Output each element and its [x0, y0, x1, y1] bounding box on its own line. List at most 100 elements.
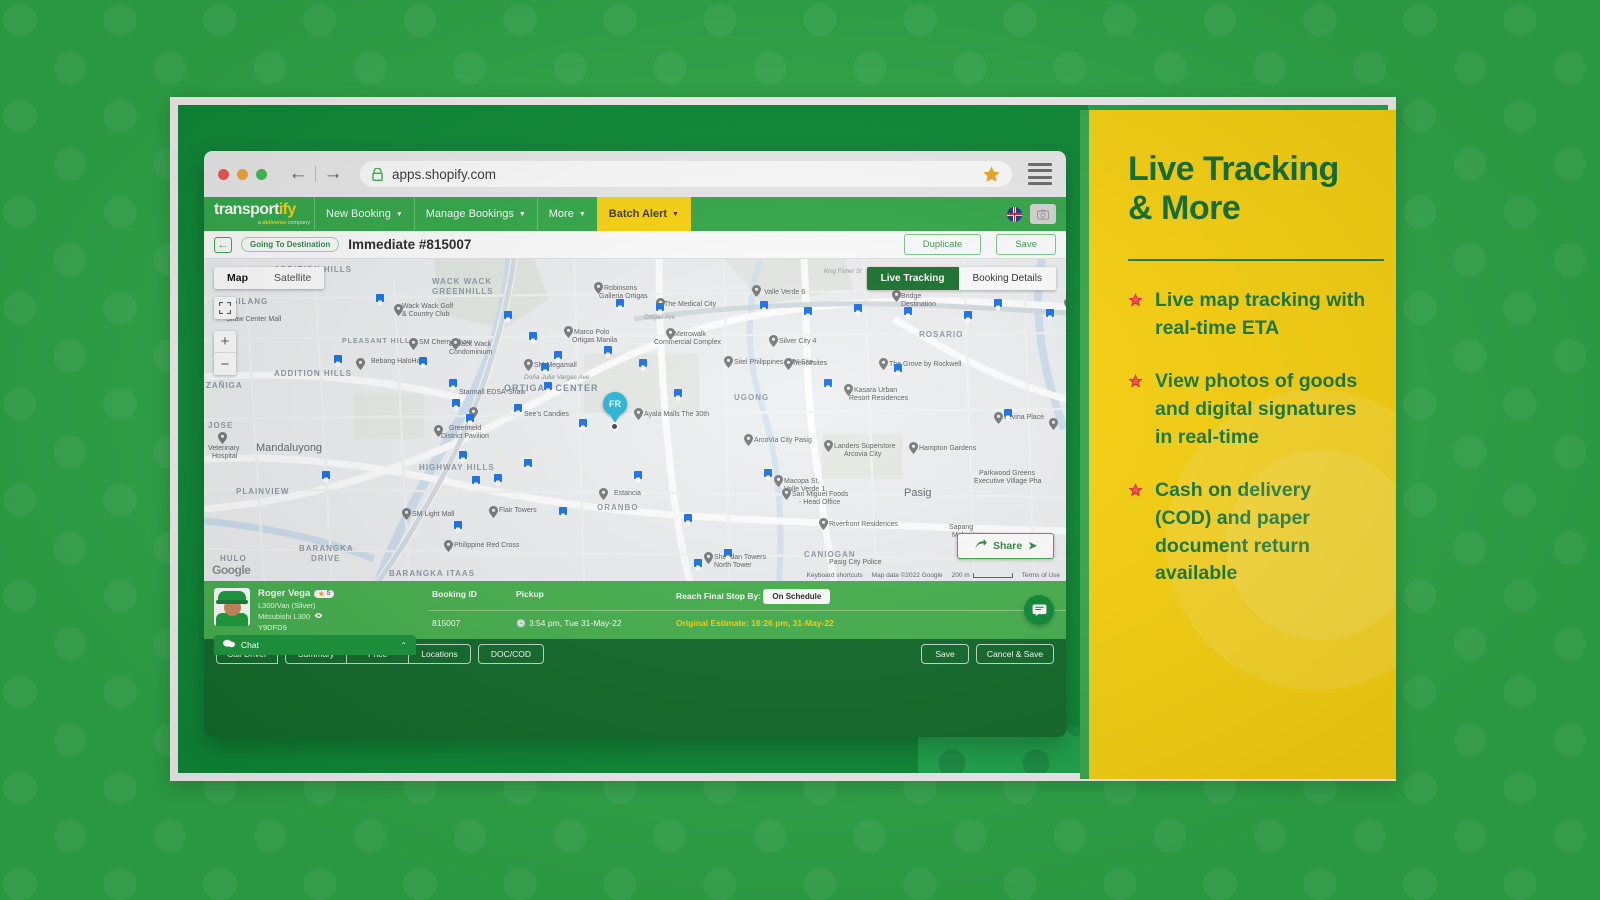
map-poi-pin[interactable]	[769, 334, 778, 347]
map-transit-icon[interactable]	[760, 301, 768, 313]
map-type-map[interactable]: Map	[214, 267, 261, 289]
map-poi-pin[interactable]	[634, 407, 643, 420]
map-transit-icon[interactable]	[616, 299, 624, 311]
map-transit-icon[interactable]	[604, 346, 612, 358]
map-transit-icon[interactable]	[694, 559, 702, 571]
back-button[interactable]: ←	[285, 161, 311, 187]
keyboard-shortcuts-label[interactable]: Keyboard shortcuts	[807, 572, 863, 579]
map-transit-icon[interactable]	[724, 549, 732, 561]
map-transit-icon[interactable]	[804, 307, 812, 319]
map-poi-pin[interactable]	[444, 539, 453, 552]
map-poi-pin[interactable]	[524, 358, 533, 371]
map-transit-icon[interactable]	[994, 299, 1002, 311]
map-transit-icon[interactable]	[674, 389, 682, 401]
nav-more[interactable]: More ▼	[536, 197, 597, 231]
zoom-out-button[interactable]: −	[214, 353, 236, 375]
map-transit-icon[interactable]	[1046, 309, 1054, 321]
map-poi-pin[interactable]	[564, 325, 573, 338]
chat-panel-toggle[interactable]: Chat ⌃	[214, 635, 416, 655]
batch-alert-button[interactable]: Batch Alert ▼	[596, 197, 691, 231]
map-type-satellite[interactable]: Satellite	[261, 267, 324, 289]
nav-manage-bookings[interactable]: Manage Bookings ▼	[413, 197, 537, 231]
map-poi-pin[interactable]	[402, 507, 411, 520]
map-transit-icon[interactable]	[579, 419, 587, 431]
map-transit-icon[interactable]	[376, 294, 384, 306]
minimize-window-dot[interactable]	[237, 168, 248, 180]
map-poi-pin[interactable]	[599, 487, 608, 500]
map-transit-icon[interactable]	[684, 514, 692, 526]
locations-button[interactable]: Locations	[409, 644, 471, 664]
chat-fab-icon[interactable]	[1024, 595, 1054, 625]
map-poi-pin[interactable]	[784, 357, 793, 370]
address-bar[interactable]: apps.shopify.com	[360, 161, 1012, 187]
map-transit-icon[interactable]	[824, 379, 832, 391]
close-window-dot[interactable]	[218, 168, 229, 180]
nav-new-booking[interactable]: New Booking ▼	[314, 197, 414, 231]
map-transit-icon[interactable]	[764, 469, 772, 481]
map-transit-icon[interactable]	[964, 311, 972, 323]
save-button-header[interactable]: Save	[996, 234, 1056, 255]
map-poi-pin[interactable]	[451, 337, 460, 350]
map-transit-icon[interactable]	[854, 304, 862, 316]
uk-flag-icon[interactable]	[1007, 206, 1022, 222]
map-transit-icon[interactable]	[452, 399, 460, 411]
map-transit-icon[interactable]	[454, 521, 462, 533]
map-poi-pin[interactable]	[218, 431, 227, 444]
map-transit-icon[interactable]	[322, 471, 330, 483]
eye-icon[interactable]	[314, 612, 323, 621]
map-transit-icon[interactable]	[639, 359, 647, 371]
tab-live-tracking[interactable]: Live Tracking	[866, 267, 959, 290]
live-tracking-map[interactable]: ADDITION HILLS SILANG ZAÑIGA JOSE PLAINVIEW B…	[204, 259, 1066, 581]
map-poi-pin[interactable]	[892, 289, 901, 302]
zoom-in-button[interactable]: +	[214, 331, 236, 353]
map-poi-pin[interactable]	[782, 487, 791, 500]
map-transit-icon[interactable]	[559, 507, 567, 519]
map-poi-pin[interactable]	[824, 439, 833, 452]
chevron-up-icon[interactable]: ⌃	[400, 641, 407, 650]
map-poi-pin[interactable]	[704, 551, 713, 564]
map-transit-icon[interactable]	[449, 379, 457, 391]
map-poi-pin[interactable]	[744, 433, 753, 446]
map-poi-pin[interactable]	[594, 281, 603, 294]
map-transit-icon[interactable]	[514, 404, 522, 416]
map-transit-icon[interactable]	[904, 307, 912, 319]
transportify-logo[interactable]: transportify a deliveree company	[204, 197, 314, 231]
map-transit-icon[interactable]	[1004, 409, 1012, 421]
map-poi-pin[interactable]	[879, 357, 888, 370]
map-poi-pin[interactable]	[819, 517, 828, 530]
map-poi-pin[interactable]	[489, 505, 498, 518]
share-button[interactable]: Share ➤	[957, 533, 1054, 559]
map-transit-icon[interactable]	[504, 311, 512, 323]
map-poi-pin[interactable]	[1049, 417, 1058, 430]
map-poi-pin[interactable]	[909, 441, 918, 454]
map-poi-pin[interactable]	[844, 383, 853, 396]
map-poi-pin[interactable]	[394, 303, 403, 316]
map-poi-pin[interactable]	[409, 337, 418, 350]
map-transit-icon[interactable]	[472, 476, 480, 488]
map-transit-icon[interactable]	[459, 451, 467, 463]
map-transit-icon[interactable]	[541, 363, 549, 375]
hamburger-menu-icon[interactable]	[1028, 162, 1052, 186]
profile-avatar-icon[interactable]	[1030, 204, 1056, 224]
forward-button[interactable]: →	[320, 161, 346, 187]
map-transit-icon[interactable]	[544, 382, 552, 394]
map-poi-pin[interactable]	[724, 355, 733, 368]
map-transit-icon[interactable]	[494, 474, 502, 486]
map-poi-pin[interactable]	[774, 474, 783, 487]
map-poi-pin[interactable]	[994, 411, 1003, 424]
vehicle-marker[interactable]: FR	[603, 392, 627, 416]
map-tabs[interactable]: Live Tracking Booking Details	[866, 267, 1056, 290]
tab-booking-details[interactable]: Booking Details	[958, 267, 1056, 290]
window-controls[interactable]	[218, 168, 267, 180]
maximize-window-dot[interactable]	[256, 168, 267, 180]
map-poi-pin[interactable]	[434, 424, 443, 437]
map-transit-icon[interactable]	[634, 471, 642, 483]
star-icon[interactable]	[983, 166, 1000, 182]
map-transit-icon[interactable]	[529, 332, 537, 344]
duplicate-button[interactable]: Duplicate	[903, 234, 982, 255]
map-transit-icon[interactable]	[524, 459, 532, 471]
map-transit-icon[interactable]	[894, 364, 902, 376]
map-zoom-controls[interactable]: + −	[214, 331, 236, 375]
doc-cod-button[interactable]: DOC/COD	[478, 644, 544, 664]
map-poi-pin[interactable]	[1064, 297, 1066, 309]
